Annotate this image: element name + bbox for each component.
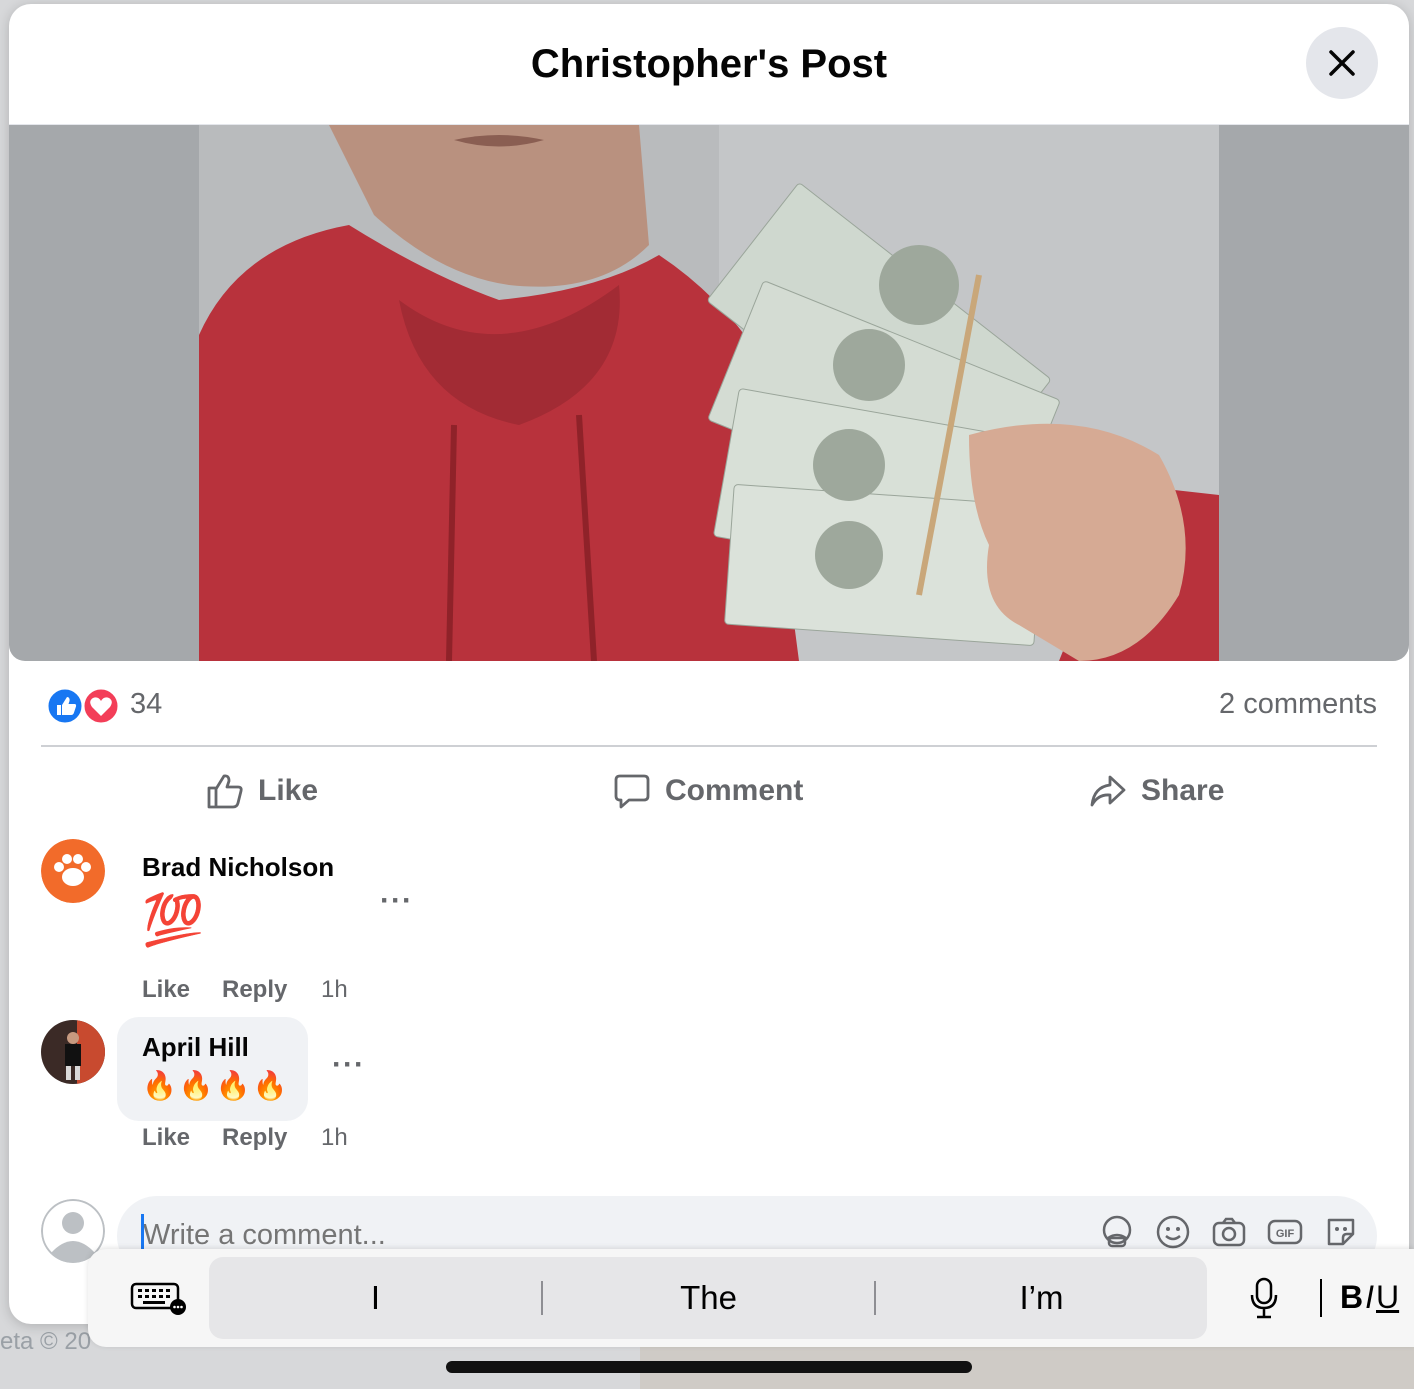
- comment-time[interactable]: 1h: [321, 976, 348, 1004]
- sticker-icon[interactable]: [1323, 1214, 1359, 1250]
- gif-icon[interactable]: GIF: [1267, 1214, 1303, 1250]
- like-button[interactable]: Like: [206, 756, 318, 826]
- emoji-icon[interactable]: [1155, 1214, 1191, 1250]
- comments-count[interactable]: 2 comments: [1219, 688, 1377, 721]
- comment-reply-link[interactable]: Reply: [222, 1124, 287, 1152]
- comment-author[interactable]: April Hill: [142, 1032, 249, 1063]
- divider: [41, 745, 1377, 747]
- keyboard-toolbar: I The I’m B I U: [88, 1249, 1414, 1347]
- reaction-icons[interactable]: [43, 686, 123, 726]
- reaction-count[interactable]: 34: [130, 688, 162, 721]
- modal-header: Christopher's Post: [9, 4, 1409, 126]
- reactions-bar: 34 2 comments: [41, 684, 1377, 728]
- share-button-label: Share: [1141, 774, 1225, 807]
- suggestion-1[interactable]: I: [209, 1257, 542, 1339]
- like-button-label: Like: [258, 774, 319, 807]
- paw-avatar-icon: [41, 839, 105, 903]
- post-modal: Christopher's Post 34 2 comments Like Co…: [9, 4, 1409, 1324]
- footer-copyright: eta © 20: [0, 1328, 92, 1355]
- share-icon: [1090, 775, 1126, 807]
- comment-like-link[interactable]: Like: [142, 976, 190, 1004]
- thumbs-up-icon: [207, 774, 243, 809]
- comment-reply-link[interactable]: Reply: [222, 976, 287, 1004]
- player-avatar-icon: [41, 1020, 105, 1084]
- suggestion-2[interactable]: The: [542, 1257, 875, 1339]
- underline-button[interactable]: U: [1376, 1279, 1399, 1316]
- post-actions: Like Comment Share: [41, 756, 1377, 826]
- love-reaction-icon: [81, 686, 121, 726]
- comment-options-icon[interactable]: ···: [380, 884, 413, 918]
- divider: [1320, 1279, 1322, 1317]
- svg-text:GIF: GIF: [1276, 1228, 1295, 1240]
- bold-button[interactable]: B: [1340, 1279, 1363, 1316]
- comment-like-link[interactable]: Like: [142, 1124, 190, 1152]
- avatar[interactable]: [41, 839, 105, 903]
- comment-button-label: Comment: [665, 774, 804, 807]
- comment-text: 💯: [142, 892, 205, 948]
- close-button[interactable]: [1306, 27, 1378, 99]
- avatar-sticker-icon[interactable]: [1099, 1214, 1135, 1250]
- text-cursor: [141, 1214, 144, 1250]
- page-title: Christopher's Post: [530, 42, 888, 86]
- close-icon: [1329, 50, 1355, 76]
- microphone-icon[interactable]: [1248, 1277, 1280, 1319]
- suggestion-bar: I The I’m: [209, 1257, 1207, 1339]
- share-button[interactable]: Share: [1089, 756, 1224, 826]
- photo-image: [199, 125, 1219, 661]
- home-indicator[interactable]: [446, 1361, 972, 1373]
- avatar[interactable]: [41, 1020, 105, 1084]
- comment-author[interactable]: Brad Nicholson: [142, 852, 334, 883]
- keyboard-icon[interactable]: [130, 1281, 188, 1317]
- italic-button[interactable]: I: [1365, 1279, 1374, 1316]
- format-controls: B I U: [1340, 1279, 1399, 1316]
- comment-text: 🔥🔥🔥🔥: [142, 1070, 290, 1101]
- comment-time[interactable]: 1h: [321, 1124, 348, 1152]
- comment-options-icon[interactable]: ···: [332, 1048, 365, 1082]
- camera-icon[interactable]: [1211, 1214, 1247, 1250]
- comment-icon: [614, 774, 650, 809]
- comment-button[interactable]: Comment: [613, 756, 803, 826]
- like-reaction-icon: [45, 686, 85, 726]
- post-photo[interactable]: [9, 125, 1409, 661]
- suggestion-3[interactable]: I’m: [875, 1257, 1208, 1339]
